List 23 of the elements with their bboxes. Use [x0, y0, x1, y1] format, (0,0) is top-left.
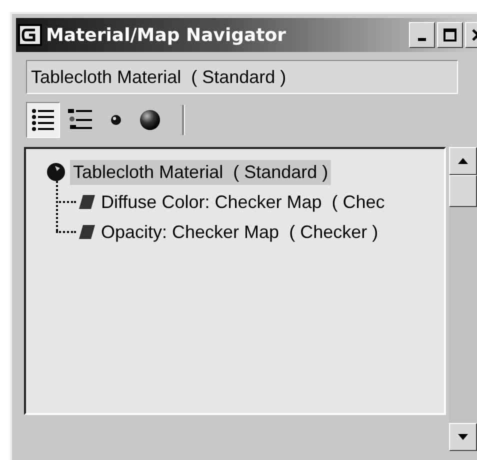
window-title: Material/Map Navigator — [46, 24, 286, 46]
map-icon — [78, 224, 96, 240]
down-arrow-icon — [457, 433, 469, 441]
sphere-icon — [110, 114, 122, 126]
list-icon — [31, 107, 55, 133]
up-arrow-icon — [457, 157, 469, 165]
scroll-up-button[interactable] — [449, 147, 477, 175]
name-field[interactable]: Tablecloth Material ( Standard ) — [26, 60, 458, 94]
scroll-down-button[interactable] — [449, 423, 477, 451]
tree-item[interactable]: Diffuse Color: Checker Map ( Chec — [98, 190, 388, 214]
app-icon — [18, 24, 42, 46]
sphere-icon — [46, 162, 66, 182]
list-view-button[interactable] — [26, 102, 60, 138]
maximize-icon — [443, 28, 457, 42]
scroll-thumb[interactable] — [449, 175, 477, 207]
map-icon — [78, 194, 96, 210]
sphere-icon — [139, 109, 161, 131]
scrollbar[interactable] — [449, 147, 477, 451]
minimize-icon — [418, 38, 426, 41]
tree-item[interactable]: Tablecloth Material ( Standard ) — [70, 160, 332, 184]
maximize-button[interactable] — [437, 22, 463, 48]
minimize-button[interactable] — [409, 22, 435, 48]
tree-item[interactable]: Opacity: Checker Map ( Checker ) — [98, 220, 382, 244]
